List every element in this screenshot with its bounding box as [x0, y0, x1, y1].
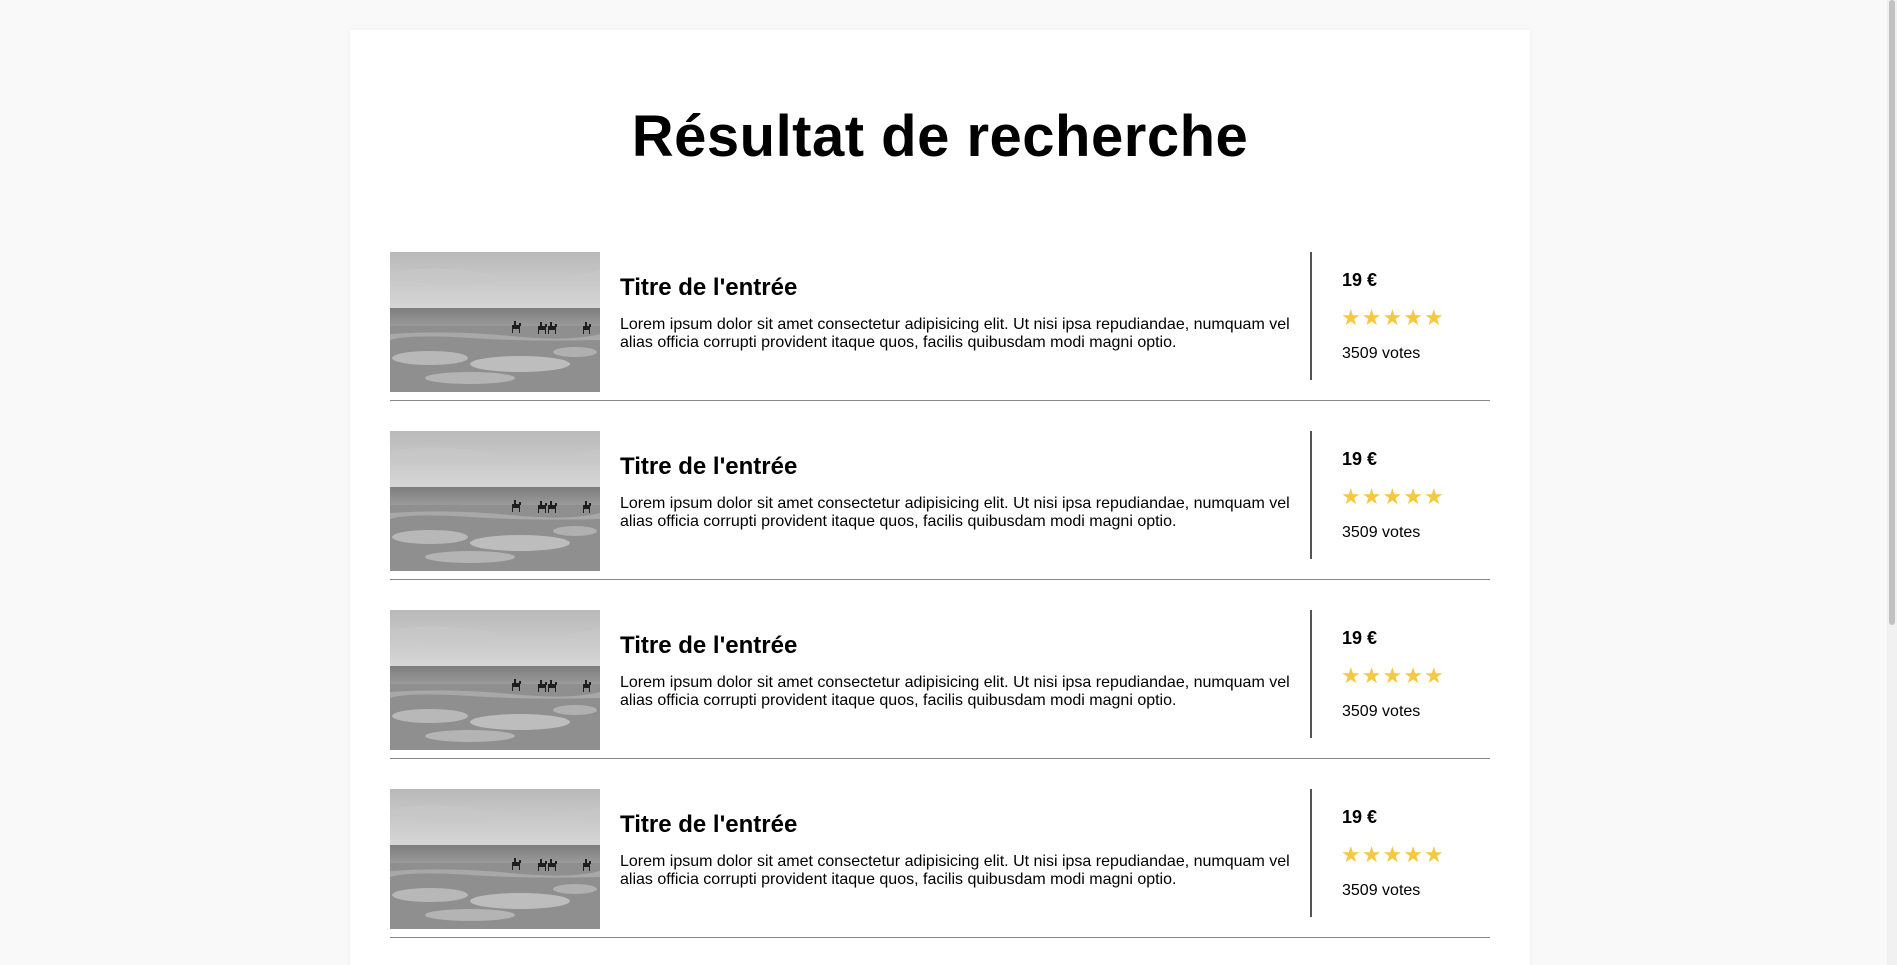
star-icon: ★ — [1341, 663, 1362, 688]
rating-stars: ★★★★★ — [1341, 665, 1445, 687]
result-votes: 3509 votes — [1342, 703, 1421, 720]
result-description: Lorem ipsum dolor sit amet consectetur a… — [620, 495, 1290, 530]
star-icon: ★ — [1423, 484, 1445, 509]
page: Résultat de recherche Titre de l'entrée … — [0, 0, 1897, 965]
star-icon: ★ — [1382, 663, 1404, 688]
results-card: Résultat de recherche Titre de l'entrée … — [350, 30, 1530, 965]
results-list: Titre de l'entrée Lorem ipsum dolor sit … — [390, 252, 1490, 965]
result-thumbnail[interactable] — [390, 789, 600, 929]
star-icon: ★ — [1423, 305, 1445, 330]
star-icon: ★ — [1382, 842, 1404, 867]
result-meta: 19 € ★★★★★ 3509 votes — [1310, 252, 1482, 380]
star-icon: ★ — [1403, 842, 1424, 867]
star-icon: ★ — [1361, 842, 1383, 867]
star-icon: ★ — [1341, 842, 1362, 867]
result-title[interactable]: Titre de l'entrée — [620, 811, 1300, 839]
star-icon: ★ — [1341, 305, 1362, 330]
star-icon: ★ — [1403, 663, 1424, 688]
result-item[interactable]: Titre de l'entrée Lorem ipsum dolor sit … — [390, 789, 1490, 938]
result-meta: 19 € ★★★★★ 3509 votes — [1310, 789, 1482, 917]
result-item[interactable]: Titre de l'entrée Lorem ipsum dolor sit … — [390, 252, 1490, 401]
star-icon: ★ — [1361, 663, 1383, 688]
result-price: 19 € — [1342, 807, 1378, 827]
result-title[interactable]: Titre de l'entrée — [620, 274, 1300, 302]
result-description: Lorem ipsum dolor sit amet consectetur a… — [620, 853, 1290, 888]
result-meta: 19 € ★★★★★ 3509 votes — [1310, 610, 1482, 738]
result-votes: 3509 votes — [1342, 345, 1421, 362]
star-icon: ★ — [1382, 484, 1404, 509]
result-info: Titre de l'entrée Lorem ipsum dolor sit … — [620, 252, 1300, 352]
star-icon: ★ — [1361, 484, 1383, 509]
result-item[interactable]: Titre de l'entrée Lorem ipsum dolor sit … — [390, 610, 1490, 759]
result-title[interactable]: Titre de l'entrée — [620, 632, 1300, 660]
result-description: Lorem ipsum dolor sit amet consectetur a… — [620, 674, 1290, 709]
result-price: 19 € — [1342, 449, 1378, 469]
page-title: Résultat de recherche — [631, 104, 1249, 169]
star-icon: ★ — [1423, 663, 1445, 688]
result-description: Lorem ipsum dolor sit amet consectetur a… — [620, 316, 1290, 351]
result-price: 19 € — [1342, 628, 1378, 648]
scrollbar-thumb[interactable] — [1889, 0, 1895, 625]
star-icon: ★ — [1403, 484, 1424, 509]
result-votes: 3509 votes — [1342, 882, 1421, 899]
result-thumbnail[interactable] — [390, 252, 600, 392]
star-icon: ★ — [1423, 842, 1445, 867]
result-meta: 19 € ★★★★★ 3509 votes — [1310, 431, 1482, 559]
rating-stars: ★★★★★ — [1341, 486, 1445, 508]
result-thumbnail[interactable] — [390, 431, 600, 571]
result-item[interactable]: Titre de l'entrée Lorem ipsum dolor sit … — [390, 431, 1490, 580]
star-icon: ★ — [1403, 305, 1424, 330]
star-icon: ★ — [1341, 484, 1362, 509]
rating-stars: ★★★★★ — [1341, 307, 1445, 329]
result-info: Titre de l'entrée Lorem ipsum dolor sit … — [620, 789, 1300, 889]
result-info: Titre de l'entrée Lorem ipsum dolor sit … — [620, 431, 1300, 531]
vertical-scrollbar[interactable] — [1887, 0, 1897, 965]
result-votes: 3509 votes — [1342, 524, 1421, 541]
result-title[interactable]: Titre de l'entrée — [620, 453, 1300, 481]
star-icon: ★ — [1361, 305, 1383, 330]
rating-stars: ★★★★★ — [1341, 844, 1445, 866]
star-icon: ★ — [1382, 305, 1404, 330]
result-thumbnail[interactable] — [390, 610, 600, 750]
result-info: Titre de l'entrée Lorem ipsum dolor sit … — [620, 610, 1300, 710]
result-price: 19 € — [1342, 270, 1378, 290]
